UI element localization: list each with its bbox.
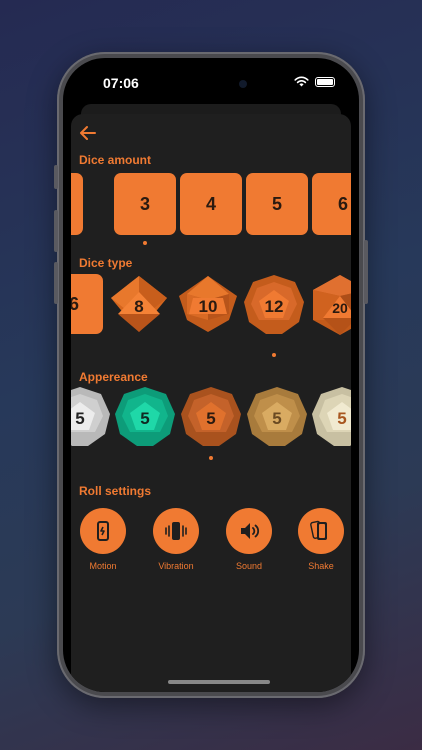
- d6-die[interactable]: 6: [71, 274, 103, 334]
- appearance-gold-die[interactable]: 5: [246, 386, 308, 448]
- sound-label: Sound: [235, 561, 263, 571]
- home-indicator[interactable]: [168, 680, 270, 684]
- d8-die[interactable]: 8: [109, 274, 169, 334]
- dice-amount-option[interactable]: 5: [246, 173, 308, 235]
- volume-up-button: [54, 210, 58, 252]
- d20-label: 20: [332, 300, 348, 316]
- side-button: [54, 165, 58, 189]
- die-value: 5: [140, 409, 149, 428]
- camera-icon: [239, 80, 247, 88]
- status-bar: 07:06: [63, 58, 359, 104]
- dice-amount-carousel[interactable]: 2 3 4 5 6: [71, 173, 351, 249]
- appearance-ivory-die[interactable]: 5: [311, 386, 351, 448]
- motion-label: Motion: [89, 561, 117, 571]
- dice-type-carousel[interactable]: 6 8 10 12 20: [71, 274, 351, 360]
- appearance-title: Appereance: [79, 370, 148, 384]
- die-value: 5: [75, 409, 84, 428]
- shake-label: Shake: [308, 561, 334, 571]
- battery-icon: [315, 76, 335, 87]
- dynamic-island: [167, 70, 263, 98]
- die-value: 5: [272, 409, 281, 428]
- d8-label: 8: [134, 297, 143, 316]
- setting-motion[interactable]: Motion: [71, 508, 136, 571]
- power-button: [364, 240, 368, 304]
- appearance-emerald-die[interactable]: 5: [114, 386, 176, 448]
- d12-label: 12: [265, 297, 284, 316]
- vibration-label: Vibration: [158, 561, 194, 571]
- dice-type-title: Dice type: [79, 256, 133, 270]
- volume-down-button: [54, 262, 58, 304]
- dice-amount-title: Dice amount: [79, 153, 152, 167]
- d10-die[interactable]: 10: [177, 274, 239, 334]
- dice-amount-option[interactable]: 6: [312, 173, 351, 235]
- roll-settings-title: Roll settings: [79, 484, 152, 498]
- motion-button[interactable]: [80, 508, 126, 554]
- settings-sheet: Dice amount 2 3 4 5 6 Dice type 6 8: [71, 114, 351, 692]
- phone-screen: 07:06 Dice amount 2 3 4 5 6 Dice type: [63, 58, 359, 692]
- shake-icon: [310, 520, 327, 540]
- sound-button[interactable]: [226, 508, 272, 554]
- appearance-white-die[interactable]: 5: [71, 386, 111, 448]
- status-icons: [294, 76, 335, 87]
- status-time: 07:06: [103, 75, 139, 91]
- shake-button[interactable]: [298, 508, 344, 554]
- d6-label: 6: [71, 293, 80, 314]
- dice-amount-option-selected[interactable]: 3: [114, 173, 176, 235]
- appearance-carousel[interactable]: 5 5 5 5 5: [71, 386, 351, 466]
- setting-vibration[interactable]: Vibration: [143, 508, 209, 571]
- speaker-icon: [241, 523, 260, 539]
- vibration-icon: [165, 522, 187, 540]
- die-value: 5: [337, 409, 346, 428]
- back-arrow-icon[interactable]: [77, 123, 99, 143]
- setting-shake[interactable]: Shake: [288, 508, 351, 571]
- d12-die[interactable]: 12: [243, 274, 305, 336]
- selection-dot: [209, 456, 213, 460]
- dice-amount-option[interactable]: 2: [71, 173, 83, 235]
- wifi-icon: [294, 76, 309, 87]
- dice-amount-option[interactable]: 4: [180, 173, 242, 235]
- selection-dot: [272, 353, 276, 357]
- phone-motion-icon: [97, 521, 109, 541]
- appearance-orange-die-selected[interactable]: 5: [180, 386, 242, 448]
- selection-dot: [143, 241, 147, 245]
- d20-die[interactable]: 20: [311, 274, 351, 336]
- vibration-button[interactable]: [153, 508, 199, 554]
- d10-label: 10: [199, 297, 218, 316]
- die-value: 5: [206, 409, 215, 428]
- setting-sound[interactable]: Sound: [216, 508, 282, 571]
